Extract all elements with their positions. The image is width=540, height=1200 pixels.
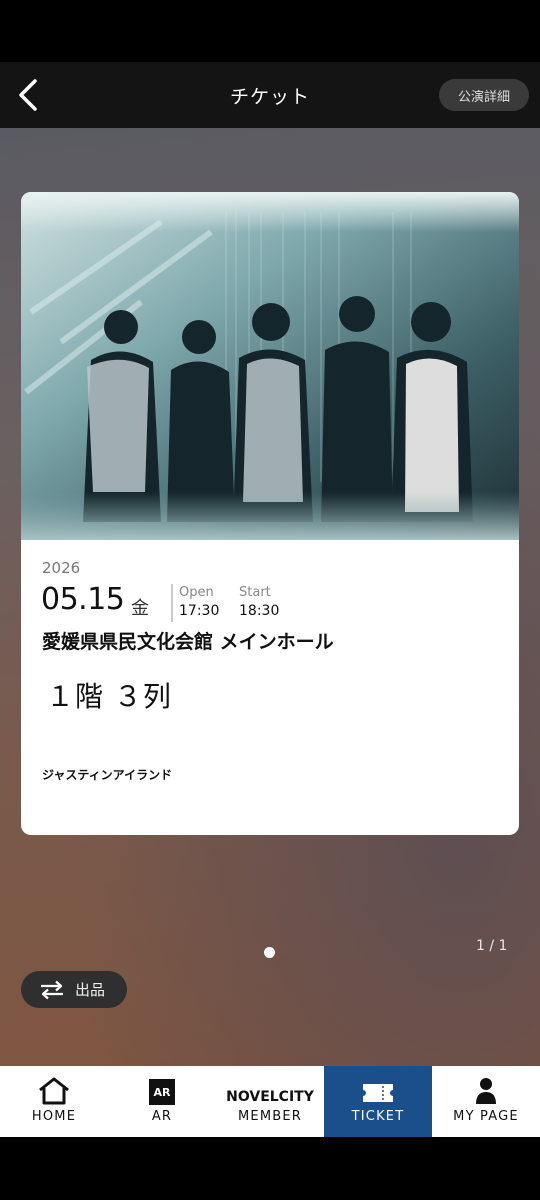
home-icon [39,1077,69,1105]
event-date: 05.15 [41,582,125,617]
tab-home-label: HOME [31,1109,77,1124]
ticket-card[interactable]: 2026 05.15 金 Open 17:30 Start 18:30 愛媛県県… [21,192,519,835]
person-icon [476,1078,496,1104]
status-bar [0,0,540,62]
tab-ticket[interactable]: TICKET [324,1066,432,1137]
time-divider [171,584,173,622]
start-time: 18:30 [239,603,280,619]
chevron-left-icon [19,79,37,111]
start-label: Start [239,585,271,600]
open-time: 17:30 [179,603,220,619]
page-title: チケット [229,85,310,108]
novelcity-logo: NOVELCITY [226,1089,314,1105]
artist-photo [21,192,519,540]
system-nav-bar [0,1137,540,1200]
bottom-tab-bar: HOME AR AR NOVELCITY MEMBER TICKET MY PA… [0,1066,540,1137]
page-count: 1 / 1 [476,938,508,954]
open-label: Open [179,585,214,600]
tab-member[interactable]: NOVELCITY MEMBER [216,1066,324,1137]
app-header: チケット 公演詳細 [0,62,540,128]
ar-icon: AR [149,1079,175,1105]
swap-arrows-icon [41,980,63,999]
venue-name: 愛媛県県民文化会館 メインホール [42,631,334,653]
tab-member-label: MEMBER [237,1109,302,1124]
tab-mypage-label: MY PAGE [453,1109,519,1124]
tab-ar[interactable]: AR AR [108,1066,216,1137]
open-time-block: Open 17:30 [179,585,219,619]
tab-mypage[interactable]: MY PAGE [432,1066,540,1137]
start-time-block: Start 18:30 [239,585,279,619]
tab-ar-label: AR [151,1109,173,1124]
ticket-view: 2026 05.15 金 Open 17:30 Start 18:30 愛媛県県… [0,128,540,1066]
seat-info: １階 ３列 [46,680,172,713]
sell-button[interactable]: 出品 [21,971,127,1008]
back-button[interactable] [8,75,48,115]
tab-ticket-label: TICKET [351,1109,405,1124]
ticket-icon [363,1084,393,1102]
tab-home[interactable]: HOME [0,1066,108,1137]
event-weekday: 金 [131,598,149,619]
ticket-info: 2026 05.15 金 Open 17:30 Start 18:30 愛媛県県… [21,540,519,835]
event-year: 2026 [42,559,81,577]
sell-button-label: 出品 [75,981,106,999]
page-indicator-dot [264,947,275,958]
artist-name: ジャスティンアイランド [42,768,173,782]
event-detail-button[interactable]: 公演詳細 [439,79,529,111]
